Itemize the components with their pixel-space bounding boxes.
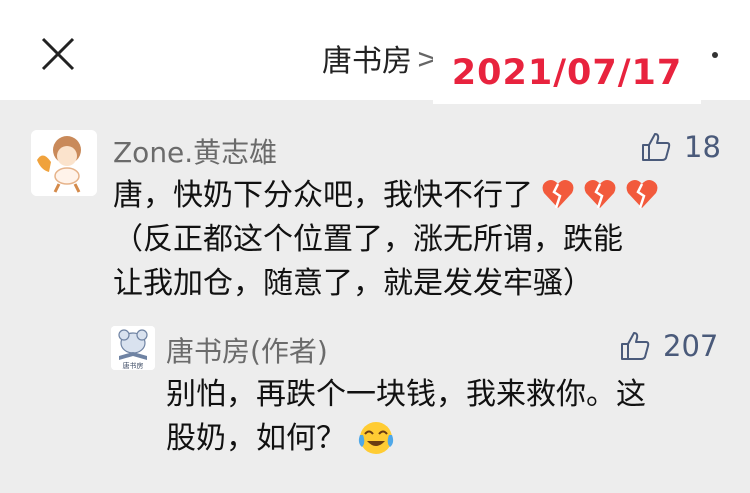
comment-line-1: 唐，快奶下分众吧，我快不行了 <box>113 178 533 213</box>
comment-line-2: （反正都这个位置了，涨无所谓，跌能 <box>113 222 623 257</box>
reply-line-2: 股奶，如何？ <box>166 421 346 456</box>
close-icon[interactable] <box>38 34 78 74</box>
reply-line-1: 别怕，再跌个一块钱，我来救你。这 <box>166 377 646 412</box>
commenter-name[interactable]: Zone.黄志雄 <box>113 131 277 171</box>
broken-heart-icon <box>542 180 574 209</box>
tears-of-joy-face-icon <box>358 422 394 454</box>
comment-line-3: 让我加仓，随意了，就是发发牢骚） <box>113 266 593 301</box>
commenter-avatar[interactable] <box>31 130 97 196</box>
comment-like-count: 18 <box>684 130 721 164</box>
page-title-text: 唐书房 <box>322 44 412 79</box>
reply-author-name[interactable]: 唐书房(作者) <box>166 330 328 370</box>
reply-like-count: 207 <box>663 329 719 363</box>
reply-like-button[interactable]: 207 <box>619 329 718 363</box>
author-avatar-text: 唐书房 <box>123 361 144 370</box>
author-avatar[interactable]: 唐书房 <box>111 326 155 370</box>
thumbs-up-icon <box>642 133 671 161</box>
comment-body: 唐，快奶下分众吧，我快不行了 （反正都这个位置了，涨无所谓，跌能 让我加仓，随意… <box>113 174 659 306</box>
reply-body: 别怕，再跌个一块钱，我来救你。这 股奶，如何？ <box>166 373 646 461</box>
broken-heart-icon <box>626 180 658 209</box>
comment-like-button[interactable]: 18 <box>640 130 721 164</box>
page-title[interactable]: 唐书房 > <box>322 36 439 80</box>
date-stamp-overlay: 2021/07/17 <box>433 42 701 104</box>
thumbs-up-icon <box>621 332 650 360</box>
broken-heart-icon <box>584 180 616 209</box>
